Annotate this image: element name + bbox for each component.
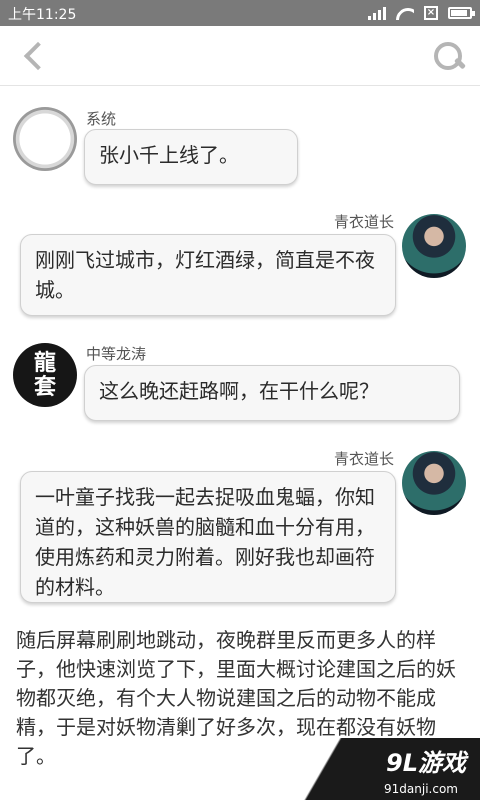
message-bubble: 这么晚还赶路啊，在干什么呢？ [84,365,460,421]
message-bubble: 张小千上线了。 [84,129,298,185]
no-sim-icon: × [424,6,438,20]
signal-icon [368,6,386,20]
message-bubble: 一叶童子找我一起去捉吸血鬼蝠，你知道的，这种妖兽的脑髓和血十分有用，使用炼药和灵… [20,471,396,603]
sender-name: 中等龙涛 [86,345,147,363]
search-icon[interactable] [432,40,466,74]
avatar-qingyi-daozhang[interactable] [402,214,466,278]
message-bubble: 刚刚飞过城市，灯红酒绿，简直是不夜城。 [20,234,396,316]
avatar-glyph-bottom: 套 [33,374,56,400]
avatar-zhongdeng-longtao[interactable]: 龍 套 [13,343,77,407]
avatar-glyph-top: 龍 [33,350,56,376]
avatar-qingyi-daozhang[interactable] [402,451,466,515]
back-chevron-icon[interactable] [18,40,50,72]
watermark: 9L游戏 91danji.com [290,738,480,800]
watermark-url: 91danji.com [384,782,458,796]
watermark-logo: 9L游戏 [386,749,466,777]
battery-icon [448,7,475,19]
status-icons: × [368,4,475,22]
sender-name: 青衣道长 [333,213,394,231]
sender-name: 系统 [86,110,117,128]
top-nav-bar [0,26,480,86]
avatar-system[interactable] [13,107,77,171]
wifi-icon [396,6,414,20]
status-bar: 上午11:25 × [0,0,480,26]
sender-name: 青衣道长 [333,450,394,468]
status-time: 上午11:25 [8,7,77,23]
